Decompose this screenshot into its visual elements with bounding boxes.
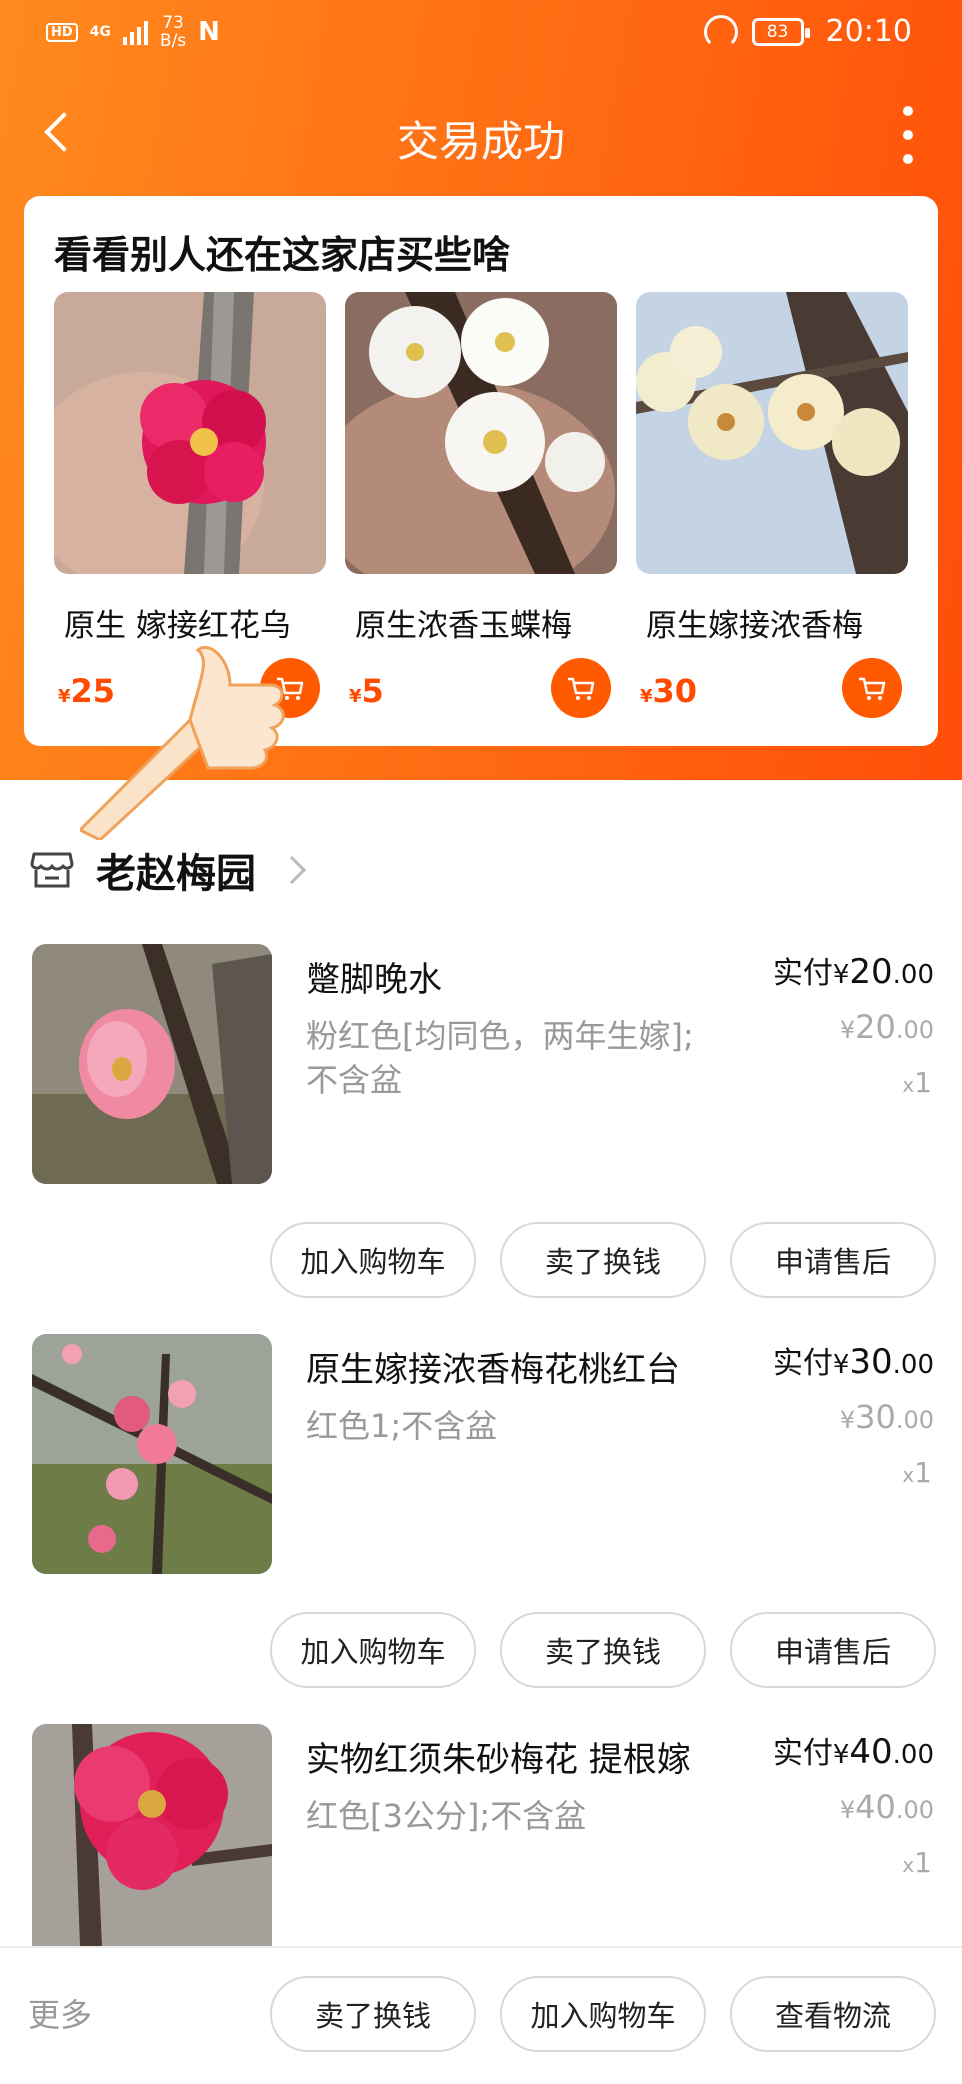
- add-to-cart-button[interactable]: 加入购物车: [270, 1612, 476, 1688]
- quantity: x1: [902, 1066, 932, 1099]
- currency-symbol: ¥: [832, 1350, 850, 1380]
- paid-integer: 40: [849, 1732, 893, 1772]
- more-options-icon[interactable]: [902, 106, 914, 164]
- product-image[interactable]: [32, 1724, 272, 1946]
- product-image[interactable]: [32, 1334, 272, 1574]
- quantity-value: 1: [914, 1456, 932, 1489]
- currency-symbol: ¥: [349, 686, 362, 707]
- clock: 20:10: [825, 14, 912, 49]
- currency-symbol: ¥: [58, 686, 71, 707]
- unit-price: ¥40.00: [840, 1788, 934, 1826]
- after-sale-button[interactable]: 申请售后: [730, 1612, 936, 1688]
- price-decimal: .00: [895, 1796, 934, 1824]
- quantity: x1: [902, 1456, 932, 1489]
- product-image[interactable]: [345, 292, 617, 574]
- page-title: 交易成功: [396, 117, 565, 166]
- product-image[interactable]: [636, 292, 908, 574]
- resell-button[interactable]: 卖了换钱: [270, 1976, 476, 2052]
- product-price: ¥5: [349, 672, 384, 710]
- quantity-prefix: x: [902, 1853, 915, 1877]
- paid-amount: 实付¥40.00: [773, 1728, 934, 1772]
- paid-decimal: .00: [892, 1350, 934, 1380]
- product-spec: 红色1;不含盆: [306, 1407, 498, 1445]
- signal-icon: [122, 19, 148, 45]
- product-spec: 粉红色[均同色，两年生嫁];不含盆: [306, 1017, 694, 1099]
- battery-level: 83: [766, 21, 789, 42]
- recommend-item[interactable]: 原生浓香玉蝶梅 ¥5: [345, 292, 617, 718]
- price-decimal: .00: [895, 1016, 934, 1044]
- product-name[interactable]: 实物红须朱砂梅花 提根嫁: [306, 1732, 691, 1781]
- price-integer: 40: [855, 1788, 896, 1826]
- more-button[interactable]: 更多: [28, 1990, 92, 2036]
- paid-amount: 实付¥20.00: [773, 948, 934, 992]
- price-integer: 30: [855, 1398, 896, 1436]
- add-to-cart-button[interactable]: [842, 658, 902, 718]
- add-to-cart-button[interactable]: 加入购物车: [500, 1976, 706, 2052]
- currency-symbol: ¥: [640, 686, 653, 707]
- quantity: x1: [902, 1846, 932, 1879]
- product-price: ¥30: [640, 672, 697, 710]
- product-name[interactable]: 蹩脚晚水: [306, 952, 442, 1001]
- product-image[interactable]: [32, 944, 272, 1184]
- paid-decimal: .00: [892, 1740, 934, 1770]
- speed-unit: B/s: [159, 31, 187, 51]
- product-name[interactable]: 原生嫁接浓香梅: [636, 600, 908, 645]
- speed-value: 73: [162, 13, 184, 33]
- paid-label: 实付: [772, 1346, 833, 1381]
- price-integer: 20: [855, 1008, 896, 1046]
- quantity-prefix: x: [902, 1073, 915, 1097]
- recommend-item[interactable]: 原生 嫁接红花乌 ¥25: [54, 292, 326, 718]
- recommend-item[interactable]: 原生嫁接浓香梅 ¥30: [636, 292, 908, 718]
- product-image[interactable]: [54, 292, 326, 574]
- add-to-cart-button[interactable]: 加入购物车: [270, 1222, 476, 1298]
- quantity-value: 1: [914, 1066, 932, 1099]
- unit-price: ¥30.00: [840, 1398, 934, 1436]
- currency-symbol: ¥: [839, 1016, 856, 1044]
- price-decimal: .00: [895, 1406, 934, 1434]
- paid-integer: 20: [849, 952, 893, 992]
- network-speed: 73 B/s: [160, 14, 186, 50]
- nfc-icon: N: [198, 17, 220, 47]
- cart-icon: [859, 677, 886, 700]
- title-bar: 交易成功: [0, 90, 962, 180]
- paid-amount: 实付¥30.00: [773, 1338, 934, 1382]
- status-bar: HD 4G 73 B/s N 83 20:10: [0, 0, 962, 70]
- network-type: 4G: [89, 24, 111, 40]
- order-actions: 加入购物车 卖了换钱 申请售后: [270, 1612, 940, 1688]
- speedometer-icon: [703, 14, 738, 49]
- unit-price: ¥20.00: [840, 1008, 934, 1046]
- order-actions: 加入购物车 卖了换钱 申请售后: [270, 1222, 940, 1298]
- bottom-action-bar: 更多 卖了换钱 加入购物车 查看物流: [0, 1946, 962, 2084]
- currency-symbol: ¥: [839, 1796, 856, 1824]
- product-name[interactable]: 原生嫁接浓香梅花桃红台: [306, 1342, 680, 1391]
- currency-symbol: ¥: [832, 960, 850, 990]
- resell-button[interactable]: 卖了换钱: [500, 1222, 706, 1298]
- battery-icon: 83: [751, 17, 810, 46]
- price-value: 5: [361, 672, 384, 710]
- store-icon: [30, 852, 74, 888]
- thumbs-up-icon: [80, 646, 285, 840]
- paid-integer: 30: [849, 1342, 893, 1382]
- shop-name[interactable]: 老赵梅园: [96, 841, 256, 899]
- cart-icon: [568, 677, 595, 700]
- product-spec: 红色[3公分];不含盆: [306, 1797, 587, 1835]
- product-name[interactable]: 原生 嫁接红花乌: [54, 600, 326, 645]
- price-value: 30: [652, 672, 698, 710]
- resell-button[interactable]: 卖了换钱: [500, 1612, 706, 1688]
- currency-symbol: ¥: [839, 1406, 856, 1434]
- shop-header[interactable]: 老赵梅园: [30, 840, 307, 900]
- recommend-title: 看看别人还在这家店买些啥: [54, 233, 511, 277]
- after-sale-button[interactable]: 申请售后: [730, 1222, 936, 1298]
- paid-label: 实付: [772, 956, 833, 991]
- quantity-prefix: x: [902, 1463, 915, 1487]
- view-logistics-button[interactable]: 查看物流: [730, 1976, 936, 2052]
- add-to-cart-button[interactable]: [551, 658, 611, 718]
- paid-label: 实付: [772, 1736, 833, 1771]
- quantity-value: 1: [914, 1846, 932, 1879]
- product-name[interactable]: 原生浓香玉蝶梅: [345, 600, 617, 645]
- hd-indicator: HD: [46, 22, 78, 42]
- chevron-right-icon[interactable]: [277, 855, 307, 885]
- paid-decimal: .00: [892, 960, 934, 990]
- currency-symbol: ¥: [832, 1740, 850, 1770]
